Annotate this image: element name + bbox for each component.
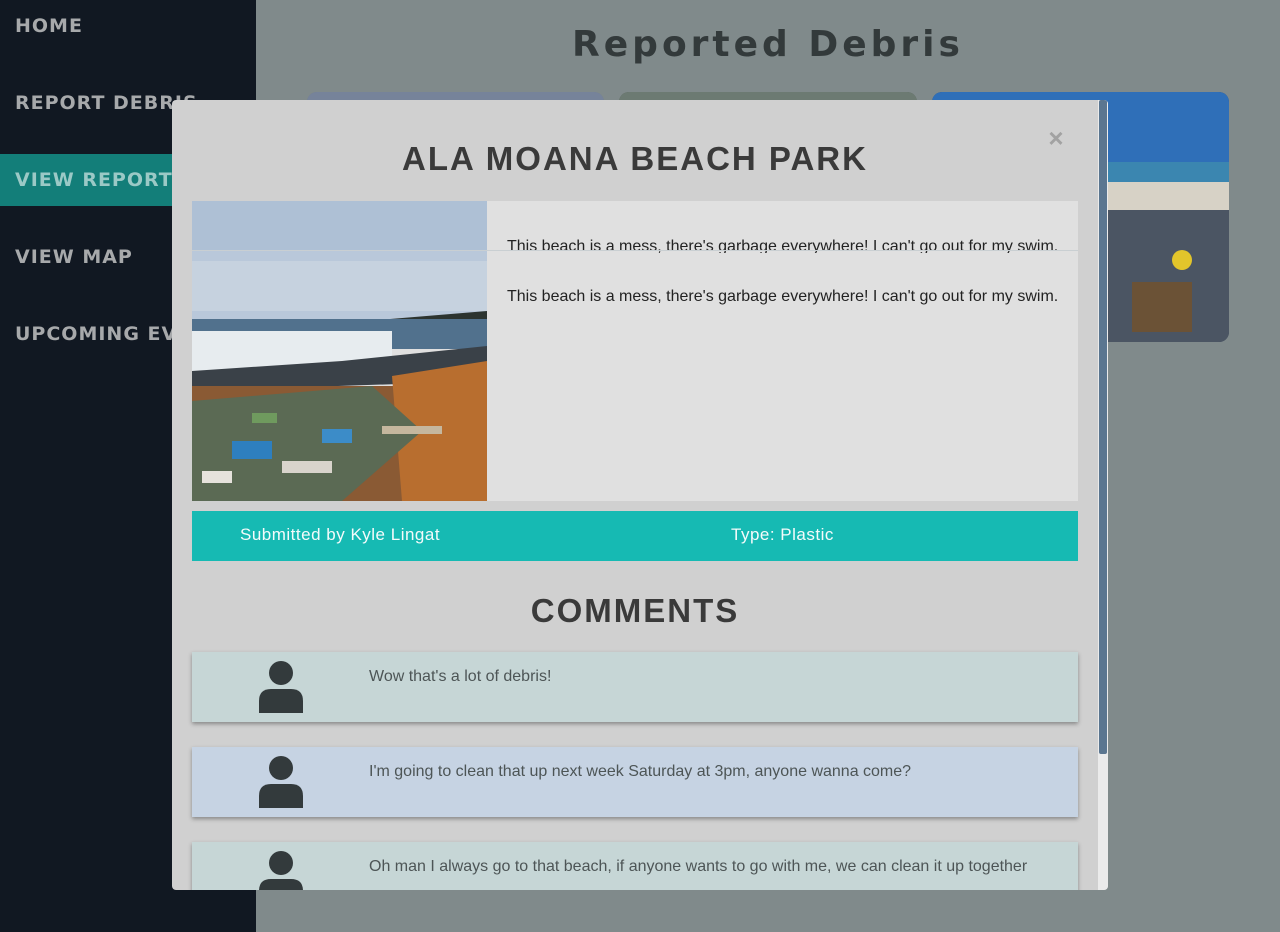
comment-item: Oh man I always go to that beach, if any…	[192, 842, 1078, 890]
debris-photo	[192, 201, 487, 501]
comment-item: Wow that's a lot of debris!	[192, 652, 1078, 722]
comments-heading: COMMENTS	[530, 592, 740, 629]
modal-scrollbar[interactable]	[1098, 100, 1108, 890]
submitted-by: Submitted by Kyle Lingat	[240, 525, 441, 544]
report-meta-bar: Submitted by Kyle Lingat Type: Plastic	[192, 511, 1078, 561]
nav-home[interactable]: HOME	[0, 0, 256, 52]
debris-type: Type: Plastic	[731, 525, 834, 544]
comment-text: I'm going to clean that up next week Sat…	[369, 763, 912, 780]
comment-text: Oh man I always go to that beach, if any…	[369, 858, 1028, 875]
scrollbar-thumb[interactable]	[1099, 100, 1107, 754]
report-description: This beach is a mess, there's garbage ev…	[507, 288, 1059, 305]
page-title: Reported Debris	[572, 24, 964, 65]
modal-title: ALA MOANA BEACH PARK	[402, 140, 868, 177]
report-modal: × ALA MOANA BEACH PARK This beach is a m…	[172, 100, 1108, 890]
user-icon	[259, 851, 303, 890]
report-details: This beach is a mess, there's garbage ev…	[192, 201, 1078, 501]
user-icon	[259, 661, 303, 713]
comment-text: Wow that's a lot of debris!	[369, 668, 552, 685]
user-icon	[259, 756, 303, 808]
divider	[192, 250, 1078, 251]
comment-item: I'm going to clean that up next week Sat…	[192, 747, 1078, 817]
